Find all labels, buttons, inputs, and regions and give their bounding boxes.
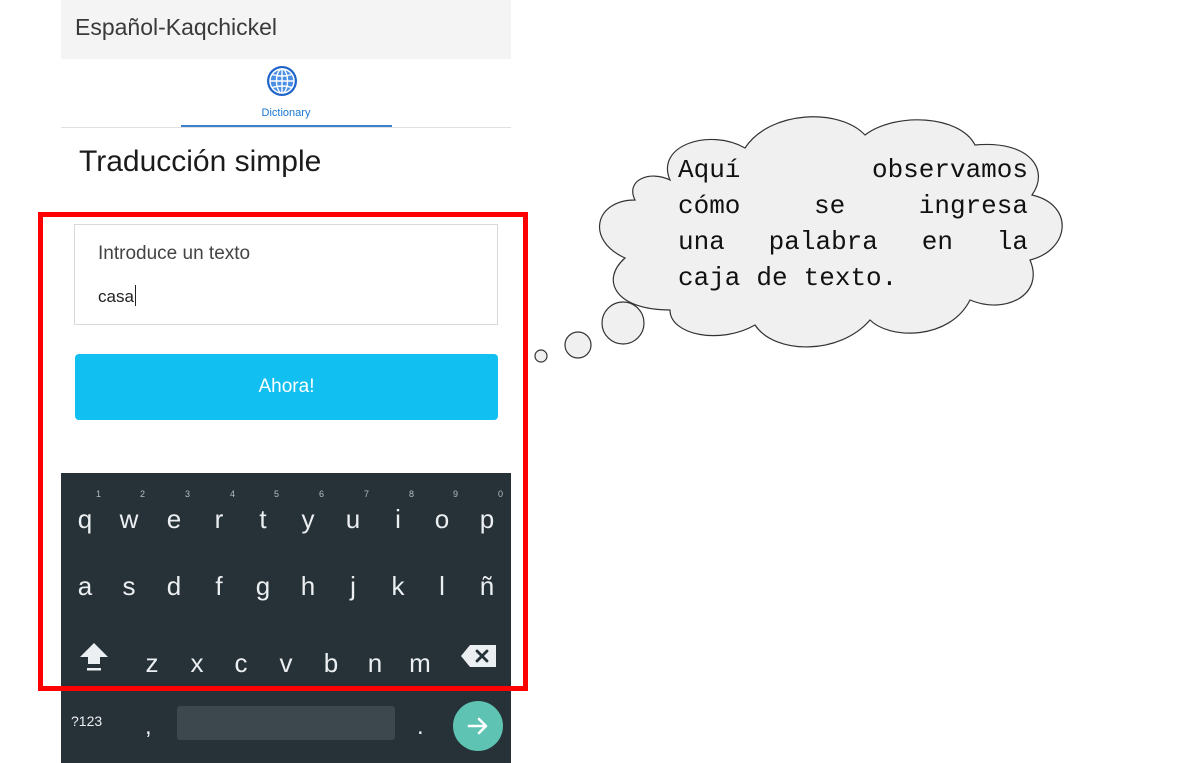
page-title: Traducción simple xyxy=(79,145,322,178)
app-title: Español-Kaqchickel xyxy=(75,14,278,40)
annotation-line-2: cómo se ingresa xyxy=(678,188,1028,224)
annotation-word: Aquí xyxy=(678,155,741,185)
space-key[interactable] xyxy=(177,706,395,740)
arrow-right-icon xyxy=(467,717,488,735)
comma-key[interactable]: , xyxy=(145,713,152,741)
annotation-line-3: una palabra en la xyxy=(678,224,1028,260)
app-bar: Español-Kaqchickel xyxy=(61,0,511,59)
annotation-line-1: Aquí observamos xyxy=(678,152,1028,188)
annotation-line-4: caja de texto. xyxy=(678,260,1028,296)
symbols-key[interactable]: ?123 xyxy=(71,713,102,729)
globe-icon xyxy=(267,66,297,96)
annotation-word: en xyxy=(921,227,953,257)
annotation-word: cómo xyxy=(678,191,741,221)
tab-label: Dictionary xyxy=(261,107,311,119)
annotation-word: una xyxy=(678,227,725,257)
annotation-word: palabra xyxy=(768,227,878,257)
period-key[interactable]: . xyxy=(417,713,424,741)
annotation-word: ingresa xyxy=(918,191,1028,221)
annotation-word: caja xyxy=(678,263,741,293)
tab-indicator xyxy=(181,125,392,127)
tab-dictionary[interactable]: Dictionary xyxy=(181,59,392,127)
highlight-frame xyxy=(38,212,528,691)
annotation-word: de xyxy=(756,263,788,293)
annotation-word: se xyxy=(813,191,846,221)
annotation-word: texto. xyxy=(803,263,898,293)
annotation-text: Aquí observamos cómo se ingresa una pala… xyxy=(678,152,1028,296)
annotation-word: la xyxy=(996,227,1028,257)
annotation-word: observamos xyxy=(871,155,1028,185)
enter-key[interactable] xyxy=(453,701,503,751)
tab-bar: Dictionary xyxy=(61,59,511,128)
